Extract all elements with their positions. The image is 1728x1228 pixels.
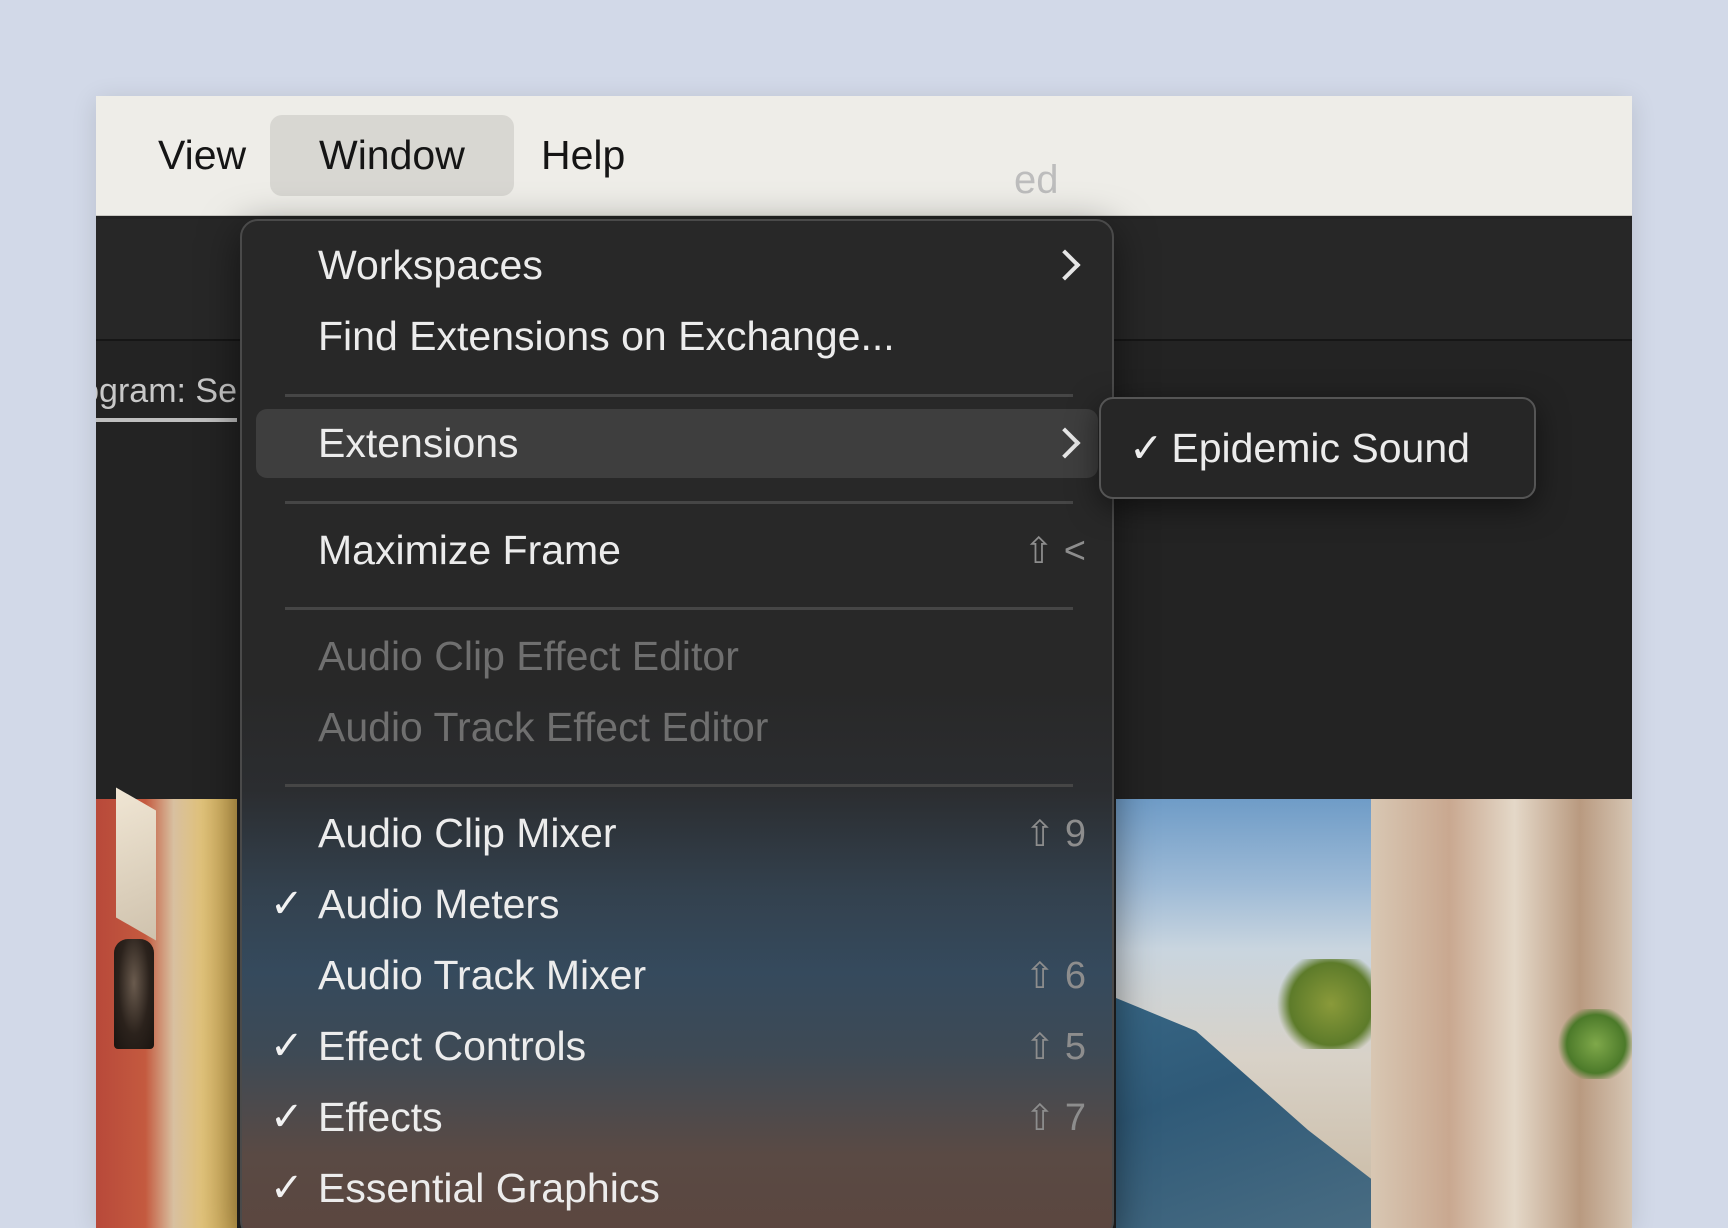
menu-item-label: Extensions xyxy=(318,420,519,466)
menu-separator xyxy=(285,784,1073,787)
menu-item-label: Workspaces xyxy=(318,242,543,288)
window-menu-dropdown: Workspaces Find Extensions on Exchange..… xyxy=(240,219,1114,1228)
menu-item-audio-clip-mixer[interactable]: Audio Clip Mixer ⇧ 9 xyxy=(256,799,1098,868)
submenu-item-label: Epidemic Sound xyxy=(1171,425,1470,471)
menu-item-audio-track-effect-editor: Audio Track Effect Editor xyxy=(256,693,1098,762)
header-title: ed xyxy=(1014,158,1059,202)
menu-item-workspaces[interactable]: Workspaces xyxy=(256,231,1098,300)
menu-item-label: Maximize Frame xyxy=(318,527,621,573)
menu-item-extensions[interactable]: Extensions xyxy=(256,409,1098,478)
shift-icon: ⇧ xyxy=(1024,1097,1055,1138)
tab-program-monitor[interactable]: Program: Se xyxy=(96,366,237,422)
checkmark-icon: ✓ xyxy=(270,882,304,926)
chevron-right-icon xyxy=(1049,249,1081,281)
plant xyxy=(1556,1009,1632,1079)
video-preview-right xyxy=(1116,799,1632,1228)
checkmark-icon: ✓ xyxy=(1129,425,1164,471)
menu-item-label: Audio Track Effect Editor xyxy=(318,704,769,750)
shift-icon: ⇧ xyxy=(1024,955,1055,996)
menu-item-shortcut: ⇧ 5 xyxy=(1025,1012,1086,1082)
menu-separator xyxy=(285,394,1073,397)
shortcut-key: < xyxy=(1063,530,1086,572)
menu-item-essential-graphics[interactable]: ✓ Essential Graphics xyxy=(256,1154,1098,1223)
menu-item-audio-meters[interactable]: ✓ Audio Meters xyxy=(256,870,1098,939)
shift-icon: ⇧ xyxy=(1024,1026,1055,1067)
menu-item-label: Effects xyxy=(318,1094,443,1140)
extensions-submenu: ✓ Epidemic Sound xyxy=(1099,397,1536,499)
menu-item-label: Audio Clip Effect Editor xyxy=(318,633,739,679)
shortcut-key: 7 xyxy=(1064,1097,1086,1139)
menu-item-shortcut: ⇧ 9 xyxy=(1025,799,1086,869)
menu-item-shortcut: ⇧ 7 xyxy=(1025,1083,1086,1153)
menu-item-shortcut: ⇧ 6 xyxy=(1025,941,1086,1011)
video-preview-left xyxy=(96,787,237,1228)
menubar-window[interactable]: Window xyxy=(270,115,514,196)
shift-icon: ⇧ xyxy=(1024,813,1055,854)
menu-item-effects[interactable]: ✓ Effects ⇧ 7 xyxy=(256,1083,1098,1152)
menu-separator xyxy=(285,501,1073,504)
menubar: View Window Help xyxy=(96,96,1632,216)
checkmark-icon: ✓ xyxy=(270,1024,304,1068)
menu-item-shortcut: ⇧ < xyxy=(1024,516,1086,586)
shortcut-key: 9 xyxy=(1064,813,1086,855)
menu-item-label: Find Extensions on Exchange... xyxy=(318,313,895,359)
menu-item-label: Audio Track Mixer xyxy=(318,952,647,998)
checkmark-icon: ✓ xyxy=(270,1095,304,1139)
menubar-help[interactable]: Help xyxy=(492,115,674,196)
checkmark-icon: ✓ xyxy=(270,1166,304,1210)
menubar-view[interactable]: View xyxy=(109,115,295,196)
chevron-right-icon xyxy=(1049,427,1081,459)
tab-label: Program: Se xyxy=(96,372,237,410)
shift-icon: ⇧ xyxy=(1023,530,1054,571)
menu-separator xyxy=(285,607,1073,610)
shortcut-key: 6 xyxy=(1064,955,1086,997)
shortcut-key: 5 xyxy=(1064,1026,1086,1068)
menu-item-find-extensions[interactable]: Find Extensions on Exchange... xyxy=(256,302,1098,371)
menu-item-label: Effect Controls xyxy=(318,1023,587,1069)
menu-item-label: Audio Clip Mixer xyxy=(318,810,617,856)
menu-item-label: Audio Meters xyxy=(318,881,560,927)
submenu-item-epidemic-sound[interactable]: ✓ Epidemic Sound xyxy=(1129,416,1470,480)
menu-item-effect-controls[interactable]: ✓ Effect Controls ⇧ 5 xyxy=(256,1012,1098,1081)
menu-item-audio-clip-effect-editor: Audio Clip Effect Editor xyxy=(256,622,1098,691)
menu-item-maximize-frame[interactable]: Maximize Frame ⇧ < xyxy=(256,516,1098,585)
menu-item-audio-track-mixer[interactable]: Audio Track Mixer ⇧ 6 xyxy=(256,941,1098,1010)
building-trim xyxy=(116,787,156,941)
menu-item-label: Essential Graphics xyxy=(318,1165,660,1211)
street-lamp xyxy=(114,939,154,1049)
